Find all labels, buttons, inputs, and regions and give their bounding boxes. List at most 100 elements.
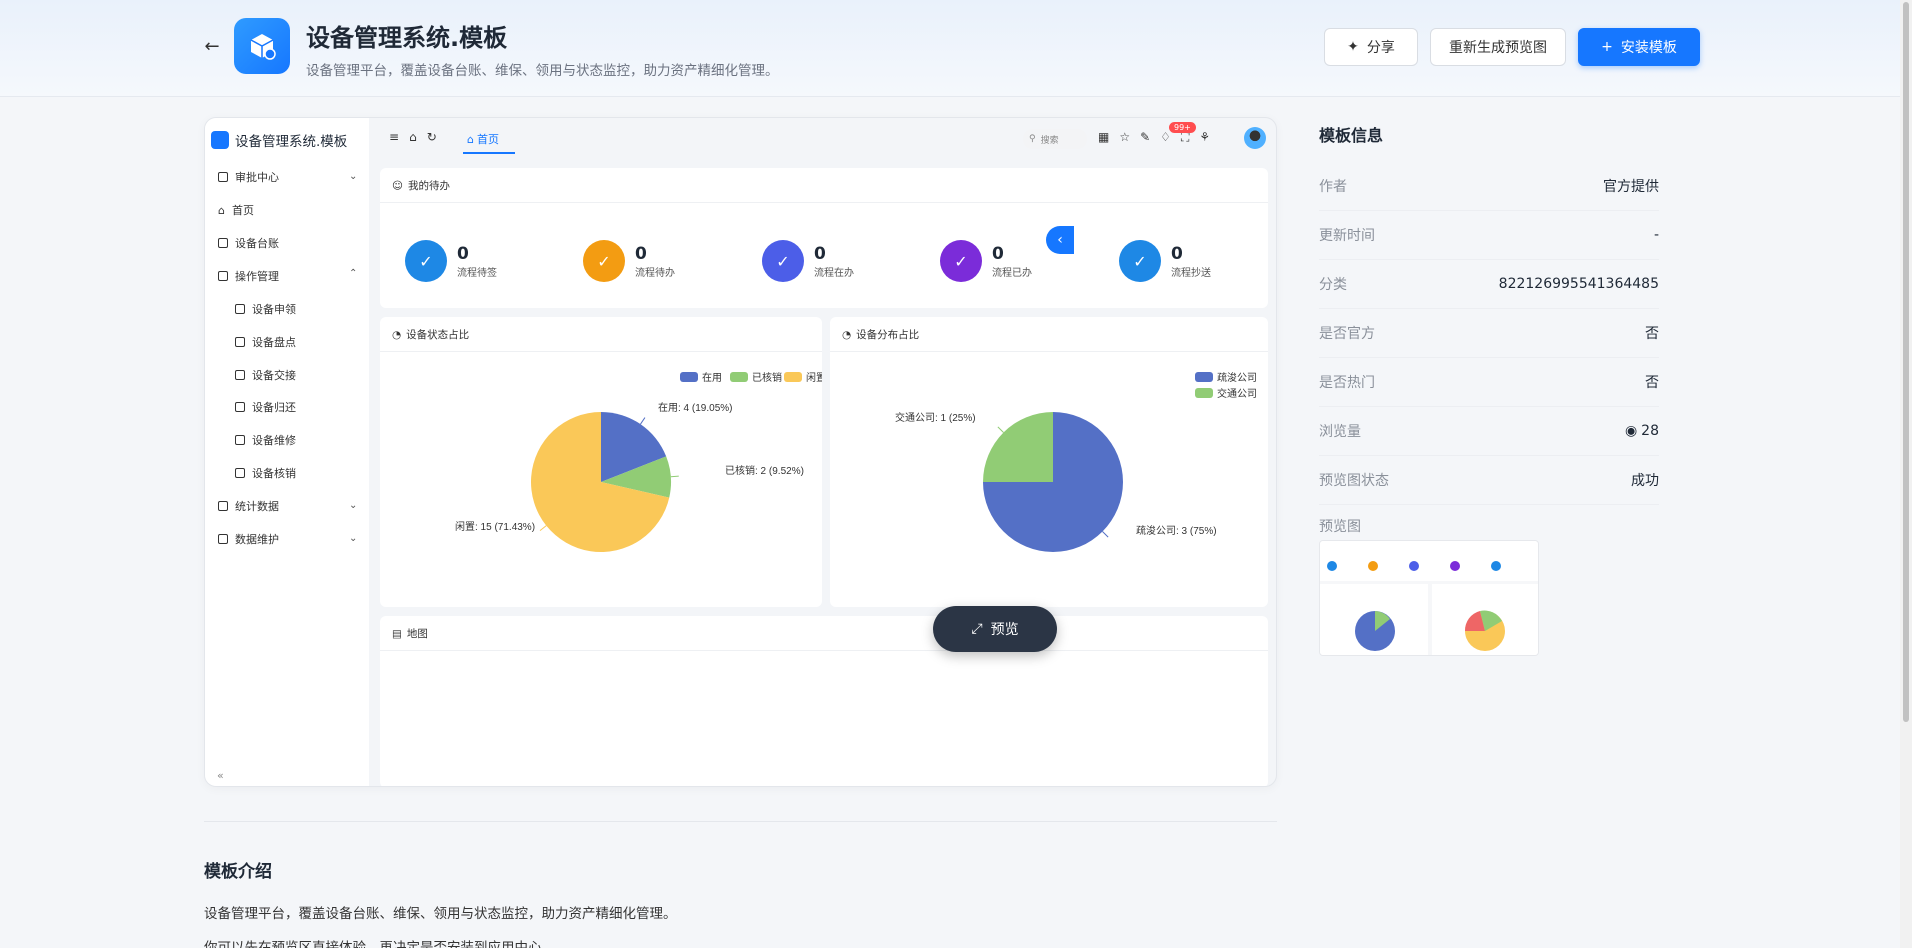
preview-thumbnail[interactable] <box>1319 540 1539 656</box>
info-value-text: 官方提供 <box>1603 179 1659 195</box>
legend-label[interactable]: 闲置 <box>806 371 822 384</box>
menu-item-approval[interactable]: 审批中心 <box>218 167 279 187</box>
collapse-sidebar-icon[interactable]: « <box>217 769 224 782</box>
todo-item[interactable]: ✓ 0 流程待办 <box>583 240 675 282</box>
info-key: 预览图状态 <box>1319 473 1389 489</box>
info-value-text: 28 <box>1641 423 1659 439</box>
chevron-down-icon: ⌄ <box>349 500 358 511</box>
menu-item-return[interactable]: 设备归还 <box>235 397 296 417</box>
menu-item-apply[interactable]: 设备申领 <box>235 299 296 319</box>
menu-label: 操作管理 <box>235 270 279 283</box>
search-placeholder: 搜索 <box>1040 135 1059 146</box>
menu-icon <box>218 172 228 182</box>
divider <box>380 650 1268 651</box>
theme-icon[interactable]: ✎ <box>1140 130 1150 145</box>
legend-swatch[interactable] <box>680 372 698 382</box>
menu-toggle-icon[interactable]: ≡ <box>389 130 399 144</box>
menu-item-repair[interactable]: 设备维修 <box>235 430 296 450</box>
menu-label: 审批中心 <box>235 171 279 184</box>
user-icon: ☺ <box>392 179 403 192</box>
info-value-text: 否 <box>1645 326 1659 342</box>
legend-swatch[interactable] <box>1195 388 1213 398</box>
bell-icon[interactable]: ♢ <box>1160 130 1171 145</box>
legend-label[interactable]: 交通公司 <box>1217 387 1257 400</box>
menu-label: 数据维护 <box>235 533 279 546</box>
menu-icon <box>235 468 245 478</box>
label-line <box>670 475 679 478</box>
info-value: 成功 <box>1631 470 1659 490</box>
info-key: 作者 <box>1319 179 1347 195</box>
todo-count: 0 <box>635 243 647 264</box>
info-title: 模板信息 <box>1319 126 1384 145</box>
data-label: 交通公司: 1 (25%) <box>895 411 976 424</box>
language-icon[interactable]: ⚘ <box>1199 130 1210 145</box>
data-label: 已核销: 2 (9.52%) <box>725 464 804 477</box>
menu-label: 设备申领 <box>252 303 296 316</box>
preview-search[interactable]: ⚲ 搜索 <box>1023 129 1087 149</box>
menu-item-writeoff[interactable]: 设备核销 <box>235 463 296 483</box>
todo-item[interactable]: ✓ 0 流程待签 <box>405 240 497 282</box>
refresh-icon[interactable]: ↻ <box>427 130 437 144</box>
info-key: 更新时间 <box>1319 228 1375 244</box>
header-bar: ← 设备管理系统.模板 设备管理平台，覆盖设备台账、维保、领用与状态监控，助力资… <box>0 0 1900 97</box>
todo-icon: ✓ <box>583 240 625 282</box>
info-key: 预览图 <box>1319 519 1361 535</box>
todo-count: 0 <box>457 243 469 264</box>
todo-item[interactable]: ✓ 0 流程已办 <box>940 240 1032 282</box>
legend-label[interactable]: 已核销 <box>752 371 782 384</box>
chevron-left-icon: ‹ <box>1057 232 1063 248</box>
menu-item-maintenance[interactable]: 数据维护 <box>218 529 279 549</box>
preview-button-label: 预览 <box>990 622 1019 638</box>
label-line <box>1102 531 1109 538</box>
menu-item-operations[interactable]: 操作管理 <box>218 266 279 286</box>
menu-item-handover[interactable]: 设备交接 <box>235 365 296 385</box>
regenerate-preview-button[interactable]: 重新生成预览图 <box>1430 28 1566 66</box>
collapse-panel-button[interactable]: ‹ <box>1046 226 1074 254</box>
menu-label: 设备归还 <box>252 401 296 414</box>
info-key: 是否官方 <box>1319 326 1375 342</box>
menu-icon <box>218 238 228 248</box>
map-title: ▤ 地图 <box>392 626 428 641</box>
header-left-icons: ≡ ⌂ ↻ <box>389 130 437 144</box>
menu-icon <box>235 402 245 412</box>
data-label: 在用: 4 (19.05%) <box>658 402 732 414</box>
todo-item[interactable]: ✓ 0 流程在办 <box>762 240 854 282</box>
legend-swatch[interactable] <box>1195 372 1213 382</box>
star-icon[interactable]: ☆ <box>1119 130 1130 145</box>
menu-item-home[interactable]: ⌂ 首页 <box>218 200 254 220</box>
home-icon[interactable]: ⌂ <box>409 130 417 144</box>
header-right-icons: ▦ ☆ ✎ ♢ ⛶ ⚘ <box>1098 130 1210 145</box>
info-value: ◉ 28 <box>1625 423 1659 439</box>
grid-icon[interactable]: ▦ <box>1098 130 1109 145</box>
tab-home[interactable]: ⌂ 首页 <box>463 126 515 154</box>
legend-label[interactable]: 疏浚公司 <box>1217 371 1257 384</box>
preview-button[interactable]: ⤢ 预览 <box>933 606 1057 652</box>
menu-item-ledger[interactable]: 设备台账 <box>218 233 279 253</box>
legend-swatch[interactable] <box>784 372 802 382</box>
todo-count: 0 <box>1171 243 1183 264</box>
todo-icon: ✓ <box>1119 240 1161 282</box>
todo-item[interactable]: ✓ 0 流程抄送 <box>1119 240 1211 282</box>
scrollbar-thumb[interactable] <box>1903 2 1909 722</box>
intro-title: 模板介绍 <box>204 862 272 882</box>
template-info-panel: 模板信息 作者 官方提供 更新时间 - 分类 822126995541364485 是否官方… <box>1319 122 1659 547</box>
menu-item-inventory[interactable]: 设备盘点 <box>235 332 296 352</box>
todo-icon: ✓ <box>405 240 447 282</box>
status-pie-chart: 在用: 4 (19.05%) 在用已核销: 2 (9.52%) 已核销闲置: 15 … <box>455 371 822 552</box>
menu-item-stats[interactable]: 统计数据 <box>218 496 279 516</box>
legend-swatch[interactable] <box>730 372 748 382</box>
info-key: 分类 <box>1319 277 1347 293</box>
todo-label: 流程待办 <box>635 267 675 279</box>
avatar[interactable] <box>1244 127 1266 149</box>
back-arrow-icon[interactable]: ← <box>201 36 223 58</box>
menu-icon <box>218 501 228 511</box>
install-template-button[interactable]: + 安装模板 <box>1578 28 1700 66</box>
label-line <box>640 417 646 425</box>
legend-label[interactable]: 在用 <box>702 372 722 384</box>
intro-paragraph-2: 你可以先在预览区直接体验，再决定是否安装到应用中心。 <box>204 940 555 948</box>
share-button[interactable]: ✦ 分享 <box>1324 28 1418 66</box>
pie-slice[interactable] <box>983 412 1053 482</box>
info-value-text: 否 <box>1645 375 1659 391</box>
menu-icon <box>218 271 228 281</box>
info-value: 822126995541364485 <box>1499 276 1659 292</box>
